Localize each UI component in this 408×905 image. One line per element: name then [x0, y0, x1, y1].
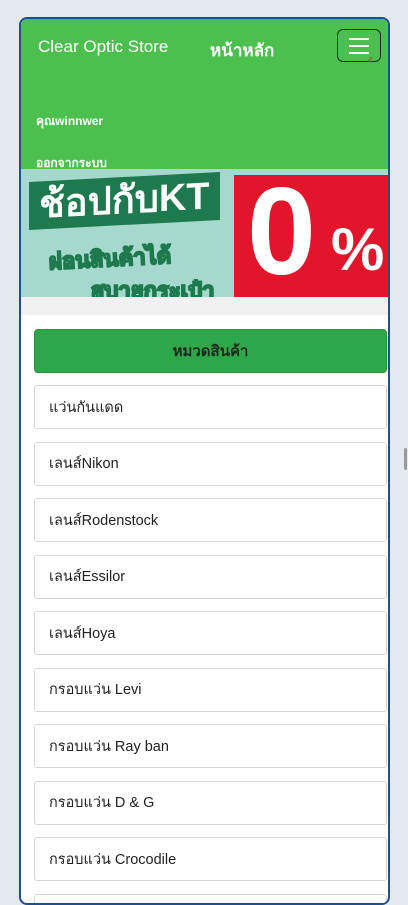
- category-item[interactable]: เลนส์Nikon: [34, 442, 387, 486]
- hamburger-icon-bar: [349, 45, 369, 47]
- category-item[interactable]: กรอบแว่น Ray ban: [34, 724, 387, 768]
- category-item[interactable]: กรอบแว่น Levi: [34, 668, 387, 712]
- category-item[interactable]: แว่นกันแดด: [34, 385, 387, 429]
- hamburger-icon-bar: [349, 52, 369, 54]
- banner-percent-icon: %: [331, 215, 384, 284]
- banner-divider: [21, 297, 388, 315]
- page-frame: Clear Optic Store หน้าหลัก คุณwinnwer ออ…: [19, 17, 390, 905]
- category-item[interactable]: เลนส์Rodenstock: [34, 498, 387, 542]
- category-item[interactable]: เลนส์Essilor: [34, 555, 387, 599]
- brand-link[interactable]: Clear Optic Store: [38, 37, 168, 57]
- category-item[interactable]: กรอบแว่น D & G: [34, 781, 387, 825]
- category-list: แว่นกันแดด เลนส์Nikon เลนส์Rodenstock เล…: [34, 385, 387, 905]
- user-account-link[interactable]: คุณwinnwer: [36, 112, 103, 131]
- banner-easy-text: สบายกระเป๋า: [91, 273, 214, 297]
- menu-toggle-button[interactable]: [337, 29, 381, 62]
- hamburger-icon: [349, 38, 369, 40]
- category-item[interactable]: [34, 894, 387, 905]
- home-link[interactable]: หน้าหลัก: [210, 37, 274, 64]
- notification-badge: 4: [368, 56, 372, 65]
- scrollbar-thumb[interactable]: [404, 448, 407, 470]
- category-header: หมวดสินค้า: [34, 329, 387, 373]
- category-item[interactable]: กรอบแว่น Crocodile: [34, 837, 387, 881]
- promo-banner[interactable]: ช้อปกับKT ผ่อนสินค้าได้ สบายกระเป๋า 0 %: [21, 169, 388, 297]
- banner-zero: 0: [247, 169, 316, 297]
- navbar: Clear Optic Store หน้าหลัก คุณwinnwer ออ…: [21, 19, 388, 169]
- banner-shop-text: ช้อปกับKT: [29, 172, 220, 230]
- category-item[interactable]: เลนส์Hoya: [34, 611, 387, 655]
